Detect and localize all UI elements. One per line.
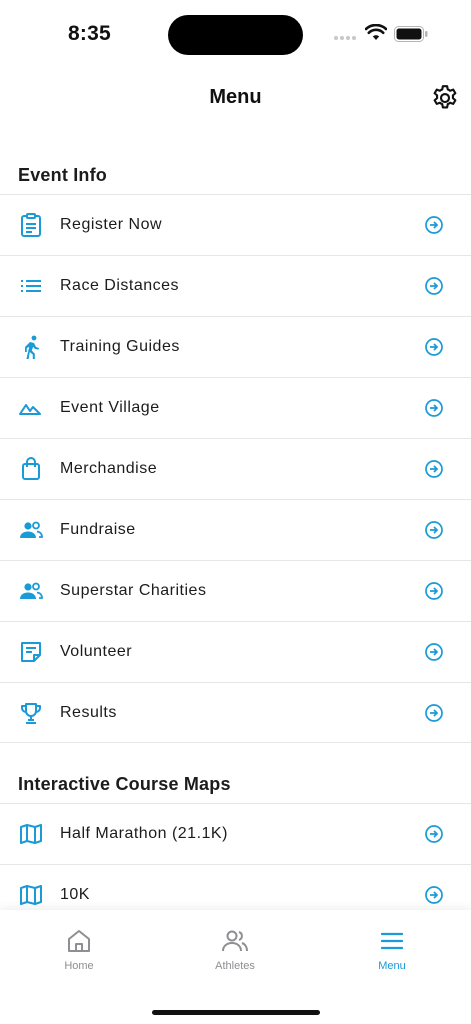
tab-athletes[interactable]: Athletes	[185, 924, 285, 980]
clipboard-icon	[18, 212, 44, 238]
menu-item-label: Fundraise	[60, 521, 136, 538]
battery-icon	[394, 26, 428, 42]
dynamic-island	[168, 15, 303, 55]
menu-item-volunteer[interactable]: Volunteer	[0, 621, 471, 682]
course-maps-list: Half Marathon (21.1K) 10K	[0, 803, 471, 925]
menu-item-superstar-charities[interactable]: Superstar Charities	[0, 560, 471, 621]
settings-gear-icon[interactable]	[430, 83, 460, 113]
people-outline-icon	[222, 930, 248, 952]
people-icon	[18, 517, 44, 543]
page-title: Menu	[209, 86, 262, 108]
arrow-circle-right-icon	[425, 643, 443, 661]
menu-item-event-village[interactable]: Event Village	[0, 377, 471, 438]
menu-item-race-distances[interactable]: Race Distances	[0, 255, 471, 316]
menu-item-label: Event Village	[60, 399, 160, 416]
menu-item-label: Training Guides	[60, 338, 180, 355]
arrow-circle-right-icon	[425, 825, 443, 843]
section-header-event-info: Event Info	[18, 165, 108, 185]
arrow-circle-right-icon	[425, 216, 443, 234]
menu-item-results[interactable]: Results	[0, 682, 471, 743]
section-header-course-maps: Interactive Course Maps	[18, 774, 231, 794]
event-info-list: Register Now Race Distances Training Gui…	[0, 194, 471, 743]
status-time: 8:35	[68, 22, 111, 45]
menu-item-label: 10K	[60, 885, 90, 903]
menu-item-label: Race Distances	[60, 277, 180, 294]
arrow-circle-right-icon	[425, 338, 443, 356]
list-icon	[18, 273, 44, 299]
runner-icon	[18, 334, 44, 360]
map-icon	[18, 882, 44, 908]
tab-bar: Home Athletes Menu	[0, 910, 471, 1024]
arrow-circle-right-icon	[425, 885, 443, 904]
menu-item-register-now[interactable]: Register Now	[0, 194, 471, 255]
menu-item-label: Merchandise	[60, 460, 158, 477]
menu-item-label: Superstar Charities	[60, 582, 207, 599]
people-icon	[18, 578, 44, 604]
menu-item-half-marathon-map[interactable]: Half Marathon (21.1K)	[0, 803, 471, 864]
hamburger-icon	[380, 932, 404, 950]
tab-label: Athletes	[215, 960, 255, 972]
arrow-circle-right-icon	[425, 277, 443, 295]
menu-item-label: Half Marathon (21.1K)	[60, 825, 228, 842]
app-screen: 8:35 Menu Event Info Register Now Race D…	[0, 0, 471, 1024]
cellular-signal-icon	[334, 36, 356, 40]
menu-item-label: Register Now	[60, 216, 163, 233]
tab-menu[interactable]: Menu	[342, 924, 442, 980]
menu-item-merchandise[interactable]: Merchandise	[0, 438, 471, 499]
tab-home[interactable]: Home	[29, 924, 129, 980]
arrow-circle-right-icon	[425, 703, 443, 722]
shopping-bag-icon	[18, 456, 44, 482]
landscape-icon	[18, 395, 44, 421]
menu-item-training-guides[interactable]: Training Guides	[0, 316, 471, 377]
menu-item-fundraise[interactable]: Fundraise	[0, 499, 471, 560]
home-icon	[68, 930, 90, 952]
map-icon	[18, 821, 44, 847]
tab-label: Menu	[378, 960, 406, 972]
menu-item-label: Results	[60, 703, 117, 721]
note-icon	[18, 639, 44, 665]
wifi-icon	[365, 24, 387, 40]
arrow-circle-right-icon	[425, 399, 443, 417]
arrow-circle-right-icon	[425, 521, 443, 539]
arrow-circle-right-icon	[425, 460, 443, 478]
status-bar: 8:35	[0, 0, 471, 66]
arrow-circle-right-icon	[425, 582, 443, 600]
nav-bar: Menu	[0, 66, 471, 130]
home-indicator	[152, 1010, 320, 1015]
tab-label: Home	[64, 960, 94, 972]
menu-item-label: Volunteer	[60, 643, 133, 660]
trophy-icon	[18, 700, 44, 726]
